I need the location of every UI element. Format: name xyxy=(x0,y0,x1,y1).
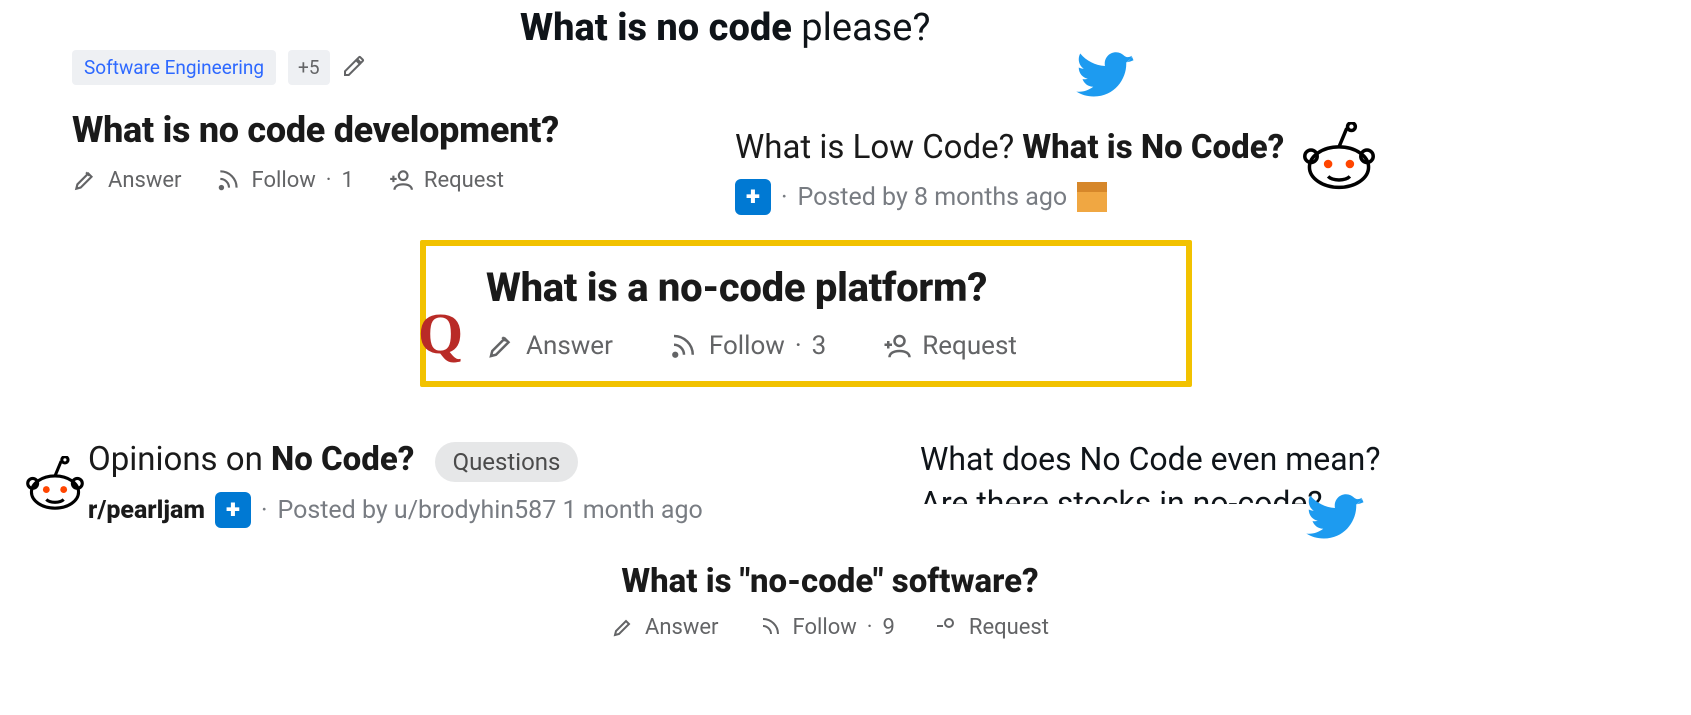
reddit-post-card: What is Low Code? What is No Code? + · P… xyxy=(735,128,1295,215)
reddit-icon xyxy=(1300,122,1378,196)
dot-separator: · xyxy=(781,183,788,212)
action-row-clipped: Answer Follow · 9 Request xyxy=(470,615,1190,639)
tweet-text-bold: What is no code xyxy=(520,6,792,50)
reddit-post-title[interactable]: What is Low Code? What is No Code? xyxy=(735,128,1295,167)
quora-question-card: Software Engineering +5 What is no code … xyxy=(72,50,632,193)
request-button[interactable]: Request xyxy=(882,331,1017,361)
answer-label: Answer xyxy=(526,331,613,361)
title-part-b: What is No Code? xyxy=(1022,128,1284,167)
tweet-text: What is no code please? xyxy=(520,6,1160,50)
posted-by-text: Posted by 8 months ago xyxy=(798,183,1068,212)
quora-icon: Q xyxy=(418,300,463,367)
question-title[interactable]: What is no code development? xyxy=(72,109,632,151)
follow-button[interactable]: Follow · 1 xyxy=(216,167,354,193)
subreddit-link[interactable]: r/pearljam xyxy=(88,496,205,525)
tweet-text-line2-clipped: Are there stocks in no-code? xyxy=(920,484,1550,504)
question-title[interactable]: What is a no-code platform? xyxy=(486,264,1164,311)
answer-button[interactable]: Answer xyxy=(486,331,613,361)
highlighted-question-card: What is a no-code platform? Answer Follo… xyxy=(420,240,1192,387)
follow-label: Follow xyxy=(793,615,857,639)
follow-button[interactable]: Follow · 9 xyxy=(759,615,895,639)
title-part-a: What is Low Code? xyxy=(735,128,1022,167)
reddit-post-title[interactable]: Opinions on No Code? Questions xyxy=(88,440,888,482)
join-button[interactable]: + xyxy=(735,179,771,215)
archive-icon xyxy=(1077,182,1107,212)
follow-count: 9 xyxy=(883,615,895,639)
reddit-post-card: Opinions on No Code? Questions r/pearlja… xyxy=(88,440,888,528)
reddit-meta-row: + · Posted by 8 months ago xyxy=(735,179,1295,215)
title-part-a: Opinions on xyxy=(88,440,271,479)
follow-label: Follow xyxy=(252,168,316,193)
edit-icon[interactable] xyxy=(342,54,366,82)
answer-button[interactable]: Answer xyxy=(72,167,182,193)
quora-question-card: What is "no-code" software? Answer Follo… xyxy=(470,562,1190,639)
dot-separator: · xyxy=(261,496,268,525)
request-button[interactable]: Request xyxy=(388,167,504,193)
question-title[interactable]: What is "no-code" software? xyxy=(470,562,1190,601)
answer-label: Answer xyxy=(108,168,182,193)
follow-separator: · xyxy=(795,331,802,361)
flair-pill[interactable]: Questions xyxy=(435,442,579,482)
twitter-icon xyxy=(1070,48,1142,112)
reddit-meta-row: r/pearljam + · Posted by u/brodyhin587 1… xyxy=(88,492,888,528)
request-label: Request xyxy=(424,168,504,193)
reddit-icon xyxy=(24,456,86,516)
follow-separator: · xyxy=(326,168,332,193)
title-part-b: No Code? xyxy=(271,440,414,479)
request-button[interactable]: Request xyxy=(935,615,1049,639)
answer-label: Answer xyxy=(645,615,719,639)
topic-chip[interactable]: Software Engineering xyxy=(72,50,276,85)
follow-separator: · xyxy=(867,615,873,639)
follow-button[interactable]: Follow · 3 xyxy=(669,331,826,361)
answer-button[interactable]: Answer xyxy=(611,615,719,639)
action-row: Answer Follow · 3 Request xyxy=(486,331,1164,361)
follow-label: Follow xyxy=(709,331,785,361)
request-label: Request xyxy=(969,615,1049,639)
follow-count: 3 xyxy=(812,331,827,361)
tweet-text-rest: please? xyxy=(792,6,931,50)
request-label: Request xyxy=(922,331,1017,361)
action-row: Answer Follow · 1 Request xyxy=(72,167,632,193)
topic-row: Software Engineering +5 xyxy=(72,50,632,85)
twitter-icon xyxy=(1300,490,1372,554)
posted-by-text: Posted by u/brodyhin587 1 month ago xyxy=(277,496,702,525)
tweet-card: What does No Code even mean? Are there s… xyxy=(920,440,1550,504)
more-topics-chip[interactable]: +5 xyxy=(288,50,329,85)
follow-count: 1 xyxy=(342,168,354,193)
tweet-card: BrainyInvestor @BrainyIn What is no code… xyxy=(520,0,1160,50)
tweet-text-line1: What does No Code even mean? xyxy=(920,440,1550,478)
join-button[interactable]: + xyxy=(215,492,251,528)
